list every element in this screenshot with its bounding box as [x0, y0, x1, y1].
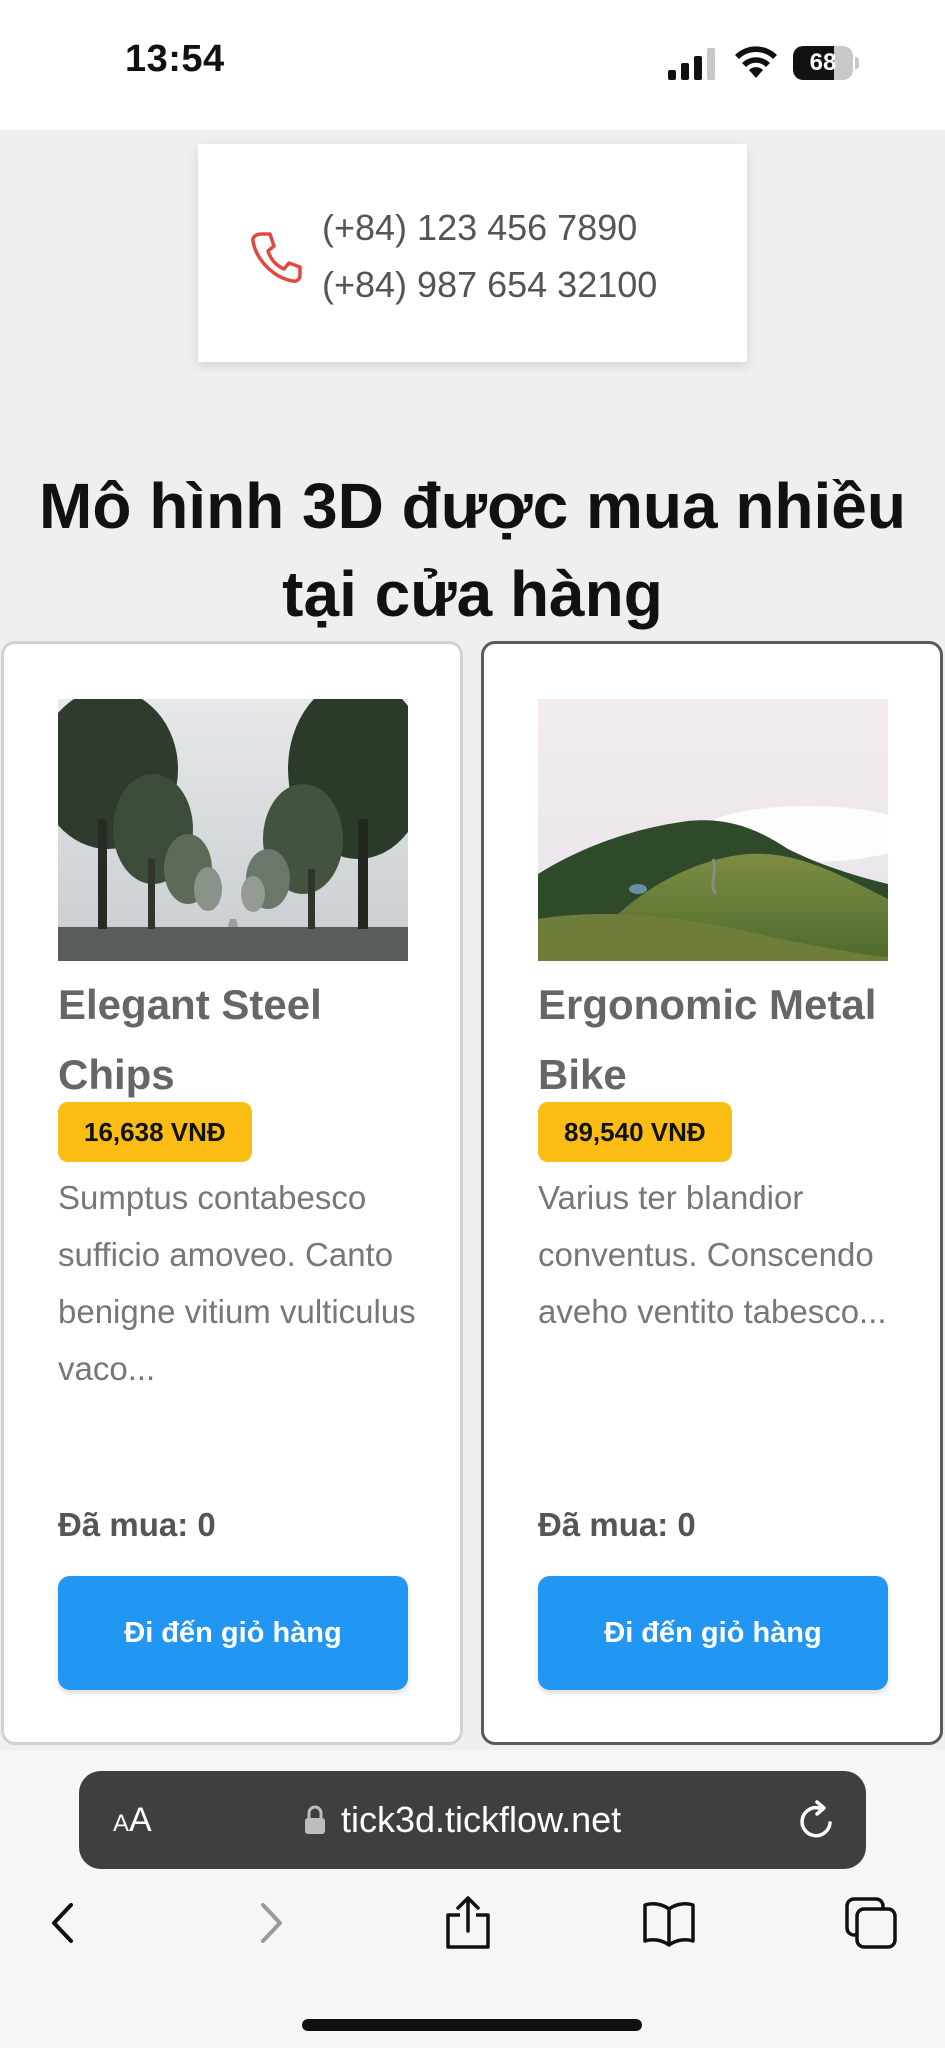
battery-level: 68	[809, 49, 837, 76]
product-image-green-hills[interactable]	[538, 699, 888, 961]
bookmarks-icon[interactable]	[641, 1895, 697, 1951]
reader-settings-button[interactable]: AA	[113, 1771, 152, 1873]
share-icon[interactable]	[440, 1895, 496, 1951]
lock-icon	[305, 1805, 325, 1834]
signal-icon	[668, 48, 715, 80]
contact-card: (+84) 123 456 7890 (+84) 987 654 32100	[198, 144, 747, 362]
reader-aa-large: A	[129, 1801, 152, 1839]
phone-number-2[interactable]: (+84) 987 654 32100	[322, 256, 657, 313]
price-badge: 89,540 VNĐ	[538, 1102, 732, 1162]
go-to-cart-button[interactable]: Đi đến giỏ hàng	[58, 1576, 408, 1690]
section-title: Mô hình 3D được mua nhiều tại cửa hàng	[39, 470, 906, 630]
status-bar: 13:54 68	[0, 0, 945, 130]
wifi-icon	[735, 46, 777, 78]
product-card[interactable]: Elegant Steel Chips 16,638 VNĐ Sumptus c…	[1, 641, 463, 1745]
battery-icon: 68	[793, 46, 859, 80]
phone-numbers: (+84) 123 456 7890 (+84) 987 654 32100	[322, 199, 657, 313]
reload-icon[interactable]	[797, 1799, 837, 1841]
status-time: 13:54	[125, 38, 225, 80]
product-name[interactable]: Ergonomic Metal Bike	[538, 970, 908, 1110]
product-description: Sumptus contabesco sufficio amoveo. Cant…	[58, 1179, 416, 1387]
address-bar[interactable]: AA tick3d.tickflow.net	[79, 1771, 866, 1869]
purchased-count: Đã mua: 0	[538, 1506, 696, 1543]
purchased-count: Đã mua: 0	[58, 1506, 216, 1543]
phone-icon	[251, 232, 302, 283]
back-icon[interactable]	[36, 1895, 92, 1951]
product-card[interactable]: Ergonomic Metal Bike 89,540 VNĐ Varius t…	[481, 641, 943, 1745]
url-text[interactable]: tick3d.tickflow.net	[341, 1771, 621, 1869]
product-image-tree-lined-road[interactable]	[58, 699, 408, 961]
product-description: Varius ter blandior conventus. Conscendo…	[538, 1179, 887, 1330]
forward-icon[interactable]	[242, 1895, 298, 1951]
reader-aa-small: A	[113, 1810, 130, 1837]
price-badge: 16,638 VNĐ	[58, 1102, 252, 1162]
product-name[interactable]: Elegant Steel Chips	[58, 970, 428, 1110]
go-to-cart-button[interactable]: Đi đến giỏ hàng	[538, 1576, 888, 1690]
phone-number-1[interactable]: (+84) 123 456 7890	[322, 199, 657, 256]
home-indicator[interactable]	[302, 2019, 642, 2031]
tabs-icon[interactable]	[843, 1895, 899, 1951]
